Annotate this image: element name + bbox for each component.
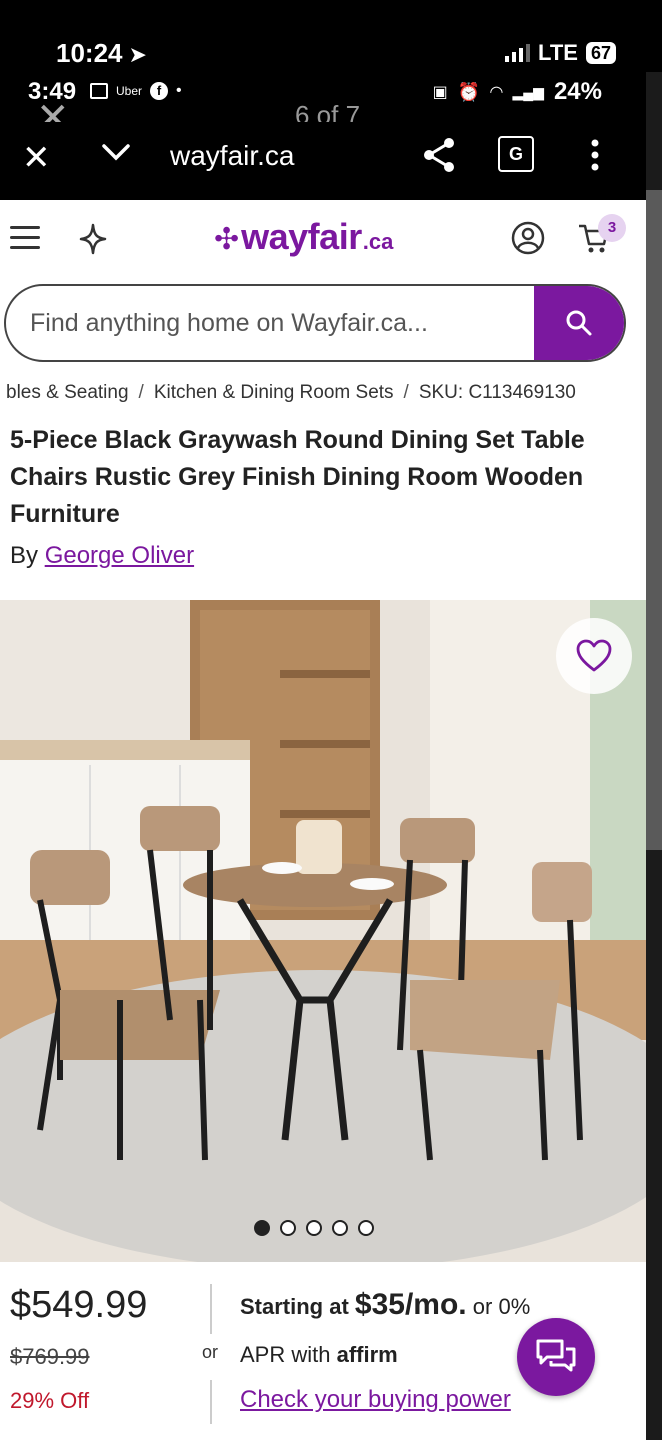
- financing-amount: $35/mo.: [354, 1288, 467, 1321]
- original-price: $769.99: [10, 1344, 90, 1369]
- scroll-strip: [646, 72, 662, 1440]
- chevron-down-icon[interactable]: [100, 136, 132, 173]
- image-icon: [90, 83, 108, 99]
- breadcrumb-separator: /: [403, 382, 409, 403]
- breadcrumb-item[interactable]: Kitchen & Dining Room Sets: [154, 382, 394, 403]
- affirm-logo: affirm: [336, 1342, 398, 1367]
- search-input[interactable]: [30, 286, 520, 360]
- outer-time-text: 10:24: [56, 38, 123, 68]
- discount-label: 29% Off: [10, 1388, 90, 1413]
- signal-bars-icon: ▂▄▆: [512, 83, 544, 100]
- alarm-icon: ⏰: [457, 81, 481, 102]
- signal-icon: [505, 44, 531, 62]
- product-title: 5-Piece Black Graywash Round Dining Set …: [10, 426, 585, 528]
- sale-price: $549.99: [10, 1284, 148, 1326]
- financing-prefix: Starting at: [240, 1294, 349, 1319]
- outer-status-indicators: LTE 67: [505, 40, 616, 66]
- carousel-dot[interactable]: [332, 1220, 348, 1236]
- battery-icon: 67: [585, 42, 616, 64]
- location-arrow-icon: ➤: [128, 42, 147, 67]
- carousel-dot[interactable]: [254, 1220, 270, 1236]
- breadcrumb-separator: /: [138, 382, 144, 403]
- battery-level: 67: [590, 43, 611, 63]
- by-label: By: [10, 542, 39, 569]
- breadcrumb-item[interactable]: bles & Seating: [6, 382, 129, 403]
- search-button[interactable]: [534, 286, 624, 360]
- brand-line: By George Oliver: [10, 542, 194, 570]
- product-page: ✣ wayfair .ca 3 bles & Seating / Kitchen &…: [0, 200, 646, 1440]
- sparkle-icon[interactable]: [78, 222, 108, 261]
- wayfair-mark-icon: ✣: [214, 223, 240, 256]
- logo-wordmark: wayfair: [241, 216, 362, 257]
- heart-icon: [576, 639, 612, 672]
- menu-icon[interactable]: [10, 226, 40, 256]
- lock-icon: ▣: [432, 84, 448, 101]
- or-label: or: [202, 1342, 219, 1362]
- wifi-icon: ◠: [490, 84, 503, 101]
- carousel-dot[interactable]: [358, 1220, 374, 1236]
- check-buying-power-link[interactable]: Check your buying power: [240, 1386, 511, 1414]
- breadcrumb: bles & Seating / Kitchen & Dining Room Set…: [6, 382, 576, 404]
- search-icon: [566, 310, 592, 336]
- facebook-icon: f: [150, 82, 169, 100]
- inner-battery-level: 24%: [553, 78, 602, 105]
- favorite-button[interactable]: [556, 618, 632, 694]
- product-image: [0, 600, 646, 1262]
- share-icon[interactable]: [420, 136, 458, 179]
- financing-apr: APR with: [240, 1342, 331, 1367]
- financing-line-1: Starting at $35/mo. or 0%: [240, 1288, 530, 1322]
- pricing-section: $549.99 $769.99 29% Off or Starting at $…: [0, 1276, 646, 1440]
- outer-status-bar: 10:24 ➤ LTE 67: [0, 0, 662, 72]
- carousel-dot[interactable]: [280, 1220, 296, 1236]
- carousel-dot[interactable]: [306, 1220, 322, 1236]
- divider: [210, 1380, 212, 1424]
- financing-line-2: APR with affirm: [240, 1342, 398, 1368]
- chat-icon: [536, 1339, 576, 1372]
- account-icon[interactable]: [510, 220, 546, 261]
- breadcrumb-sku: SKU: C113469130: [418, 382, 576, 403]
- cart-count-badge: 3: [598, 214, 626, 242]
- brand-link[interactable]: George Oliver: [45, 542, 194, 569]
- more-options-icon[interactable]: [588, 138, 602, 177]
- outer-clock: 10:24 ➤: [56, 38, 147, 69]
- translate-icon[interactable]: G: [498, 136, 534, 172]
- uber-icon: Uber: [116, 84, 143, 98]
- dot-icon: •: [176, 82, 182, 99]
- wayfair-logo[interactable]: ✣ wayfair .ca: [214, 216, 393, 258]
- product-image-carousel[interactable]: [0, 600, 646, 1262]
- site-header: ✣ wayfair .ca 3: [0, 200, 646, 278]
- logo-tld: .ca: [362, 229, 394, 254]
- financing-suffix: or 0%: [472, 1294, 531, 1319]
- close-tab-icon[interactable]: ✕: [22, 138, 51, 178]
- inner-status-indicators: ▣ ⏰ ◠ ▂▄▆ 24%: [433, 78, 602, 106]
- url-text[interactable]: wayfair.ca: [170, 140, 295, 172]
- chat-button[interactable]: [517, 1318, 595, 1396]
- scroll-thumb[interactable]: [646, 190, 662, 850]
- carousel-indicators: [254, 1220, 374, 1236]
- divider: [210, 1284, 212, 1334]
- notification-icons: Uber f •: [90, 82, 182, 100]
- network-label: LTE: [538, 40, 578, 65]
- search-bar: [4, 284, 626, 362]
- browser-toolbar: ✕ wayfair.ca G: [0, 122, 646, 200]
